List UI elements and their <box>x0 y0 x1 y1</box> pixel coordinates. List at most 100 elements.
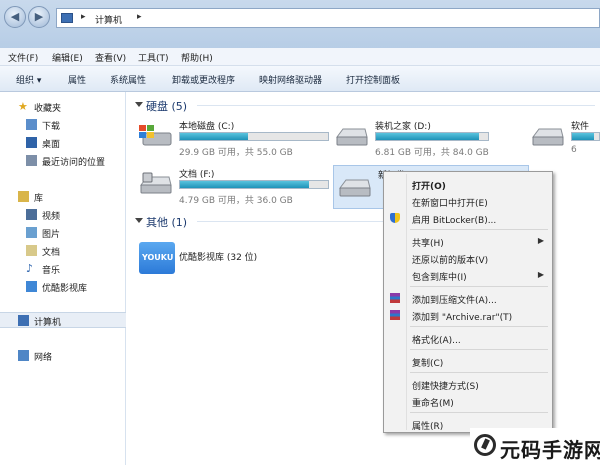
system-drive-icon <box>139 125 172 146</box>
forward-button[interactable]: ▶ <box>28 6 50 28</box>
drive-usage-bar <box>179 132 329 141</box>
forward-arrow-icon: ▶ <box>34 10 44 23</box>
sidebar-libraries[interactable]: 库 <box>0 189 126 205</box>
menu-separator <box>410 372 548 373</box>
sidebar-label: 桌面 <box>42 140 61 150</box>
group-divider <box>197 221 383 222</box>
drive-c[interactable]: 本地磁盘 (C:) 29.9 GB 可用，共 55.0 GB <box>139 119 339 159</box>
menu-item-label: 复制(C) <box>412 359 444 369</box>
submenu-arrow-icon: ▶ <box>537 236 544 245</box>
properties-button[interactable]: 属性 <box>68 73 86 86</box>
context-menu-item[interactable]: 创建快捷方式(S) <box>386 376 550 392</box>
drive-d[interactable]: 装机之家 (D:) 6.81 GB 可用，共 84.0 GB <box>335 119 495 159</box>
context-menu-item[interactable]: 复制(C) <box>386 353 550 369</box>
drive-size: 4.79 GB 可用，共 36.0 GB <box>179 196 293 206</box>
site-watermark: 元码手游网 <box>470 428 600 465</box>
menu-item-label: 共享(H) <box>412 239 444 249</box>
back-button[interactable]: ◀ <box>4 6 26 28</box>
youku-library-item[interactable]: YOUKU 优酷影视库 (32 位) <box>139 242 309 282</box>
context-menu-item[interactable]: 在新窗口中打开(E) <box>386 193 550 209</box>
winrar-icon <box>390 310 400 320</box>
organize-button[interactable]: 组织 ▾ <box>16 73 41 86</box>
menu-tools[interactable]: 工具(T) <box>138 51 169 64</box>
document-library-icon <box>26 245 37 256</box>
context-menu-item[interactable]: 重命名(M) <box>386 393 550 409</box>
sidebar-item-youku[interactable]: 优酷影视库 <box>0 279 126 295</box>
hard-drive-icon <box>339 179 371 197</box>
recent-places-icon <box>26 155 37 166</box>
sidebar-item-downloads[interactable]: 下载 <box>0 117 126 133</box>
context-menu-item[interactable]: 格式化(A)... <box>386 330 550 346</box>
back-arrow-icon: ◀ <box>10 10 20 23</box>
hard-drive-icon <box>532 128 564 146</box>
drive-name: 装机之家 (D:) <box>375 122 431 132</box>
drive-f[interactable]: 文档 (F:) 4.79 GB 可用，共 36.0 GB <box>139 167 339 207</box>
hard-drive-icon <box>336 128 368 146</box>
command-bar: 组织 ▾ 属性 系统属性 卸载或更改程序 映射网络驱动器 打开控制面板 <box>0 66 600 92</box>
menu-item-label: 重命名(M) <box>412 399 454 409</box>
context-menu-item[interactable]: 还原以前的版本(V) <box>386 250 550 266</box>
sidebar-item-pictures[interactable]: 图片 <box>0 225 126 241</box>
drive-size: 29.9 GB 可用，共 55.0 GB <box>179 148 293 158</box>
menu-item-label: 在新窗口中打开(E) <box>412 199 488 209</box>
menu-separator <box>410 412 548 413</box>
breadcrumb-chevron-icon[interactable]: ▸ <box>137 12 142 22</box>
sidebar-label: 文档 <box>42 248 61 258</box>
sidebar-label: 优酷影视库 <box>42 284 88 294</box>
menu-separator <box>410 286 548 287</box>
submenu-arrow-icon: ▶ <box>537 270 544 279</box>
group-title: 其他 (1) <box>146 216 188 229</box>
sidebar-favorites[interactable]: ★ 收藏夹 <box>0 99 126 115</box>
network-icon <box>18 350 29 361</box>
library-icon <box>18 191 29 202</box>
drive-size: 6 <box>571 145 577 155</box>
system-properties-button[interactable]: 系统属性 <box>110 73 146 86</box>
sidebar-network[interactable]: 网络 <box>0 348 126 364</box>
menu-item-label: 属性(R) <box>412 422 444 432</box>
menu-file[interactable]: 文件(F) <box>8 51 38 64</box>
winrar-icon <box>390 293 400 303</box>
open-control-panel-button[interactable]: 打开控制面板 <box>346 73 400 86</box>
collapse-triangle-icon <box>135 218 143 223</box>
context-menu-item[interactable]: 共享(H) ▶ <box>386 233 550 249</box>
context-menu-item[interactable]: 打开(O) <box>386 176 550 192</box>
map-network-drive-button[interactable]: 映射网络驱动器 <box>259 73 322 86</box>
menu-separator <box>410 349 548 350</box>
music-note-icon: ♪ <box>26 262 34 275</box>
sidebar-item-recent[interactable]: 最近访问的位置 <box>0 153 126 169</box>
sidebar-label: 视频 <box>42 212 61 222</box>
menu-edit[interactable]: 编辑(E) <box>52 51 83 64</box>
sidebar-item-documents[interactable]: 文档 <box>0 243 126 259</box>
desktop-icon <box>26 137 37 148</box>
computer-icon <box>61 13 73 23</box>
address-bar[interactable]: ▸ 计算机 ▸ <box>56 8 600 28</box>
menu-item-label: 启用 BitLocker(B)... <box>412 216 497 226</box>
context-menu-item[interactable]: 添加到压缩文件(A)... <box>386 290 550 306</box>
sidebar-label: 网络 <box>34 353 53 363</box>
drive-usage-fill <box>376 133 480 140</box>
sidebar-item-music[interactable]: ♪ 音乐 <box>0 261 126 277</box>
menu-view[interactable]: 查看(V) <box>95 51 126 64</box>
sidebar-label: 下载 <box>42 122 61 132</box>
drive-size: 6.81 GB 可用，共 84.0 GB <box>375 148 489 158</box>
title-bar: ◀ ▶ ▸ 计算机 ▸ <box>0 0 600 48</box>
breadcrumb[interactable]: 计算机 <box>95 13 122 26</box>
sidebar-computer[interactable]: 计算机 <box>0 312 126 328</box>
sidebar-label: 最近访问的位置 <box>42 158 106 168</box>
menu-help[interactable]: 帮助(H) <box>181 51 213 64</box>
context-menu: 打开(O) 在新窗口中打开(E) 启用 BitLocker(B)... 共享(H) ▶ 还… <box>383 171 553 433</box>
collapse-triangle-icon <box>135 102 143 107</box>
sidebar-item-desktop[interactable]: 桌面 <box>0 135 126 151</box>
drive-name: 软件 <box>571 122 590 132</box>
sidebar-item-videos[interactable]: 视频 <box>0 207 126 223</box>
context-menu-item[interactable]: 启用 BitLocker(B)... <box>386 210 550 226</box>
sidebar-label: 计算机 <box>34 318 62 328</box>
context-menu-item[interactable]: 添加到 "Archive.rar"(T) <box>386 307 550 323</box>
drive-usage-bar <box>571 132 600 141</box>
drive-e[interactable]: 软件 6 <box>531 119 600 159</box>
context-menu-item[interactable]: 包含到库中(I) ▶ <box>386 267 550 283</box>
uninstall-program-button[interactable]: 卸载或更改程序 <box>172 73 235 86</box>
youku-logo-text: YOUKU <box>142 253 174 262</box>
video-library-icon <box>26 209 37 220</box>
menu-item-label: 添加到 "Archive.rar"(T) <box>412 313 513 323</box>
